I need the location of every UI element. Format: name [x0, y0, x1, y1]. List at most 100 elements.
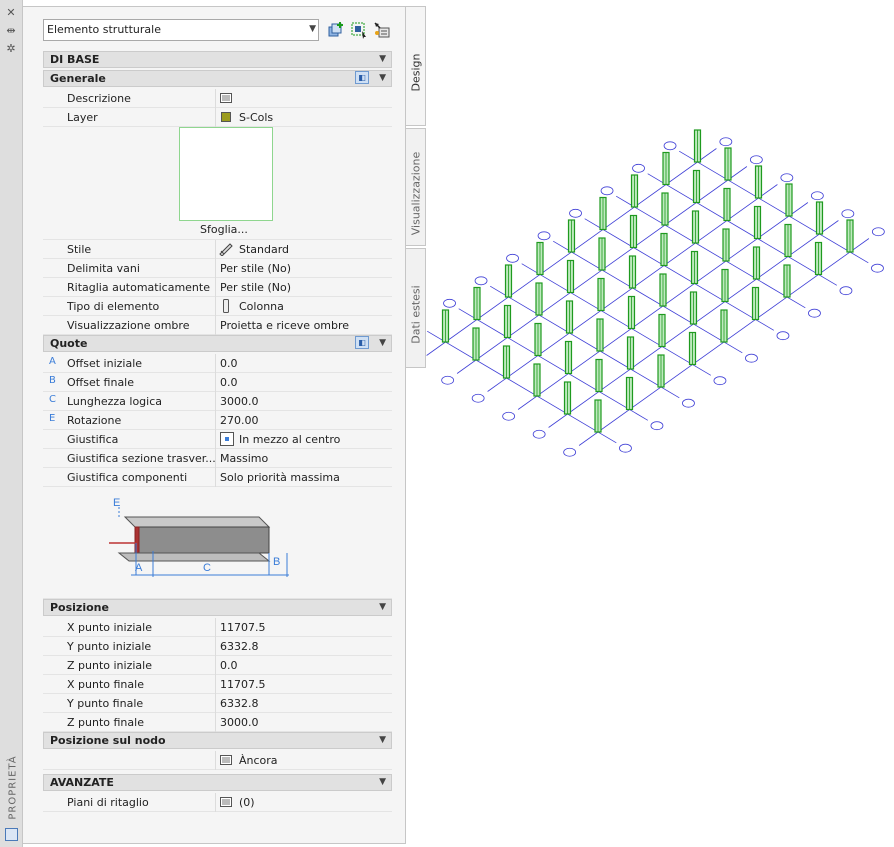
worksheet-icon[interactable]: [220, 93, 232, 103]
autohide-icon[interactable]: ⇹: [4, 24, 18, 38]
collapse-icon[interactable]: ▼: [379, 777, 386, 787]
grid-line: [458, 308, 649, 421]
grid-bubble: [443, 298, 456, 308]
grid-bubble: [871, 227, 885, 237]
row-ombre[interactable]: Visualizzazione ombre Proietta e riceve …: [43, 316, 392, 335]
grid-bubble: [808, 308, 821, 318]
grid-bubble: [719, 137, 733, 147]
row-rotazione[interactable]: E Rotazione 270.00: [43, 411, 392, 430]
tab-dati-estesi[interactable]: Dati estesi: [406, 248, 426, 368]
worksheet-icon[interactable]: [220, 755, 232, 765]
grid-bubble: [749, 155, 763, 165]
svg-text:E: E: [113, 497, 120, 509]
row-giustifica[interactable]: Giustifica In mezzo al centro: [43, 430, 392, 449]
grid-bubble: [682, 398, 695, 408]
grid-bubble: [569, 208, 582, 218]
worksheet-icon[interactable]: [220, 797, 232, 807]
section-di-base[interactable]: DI BASE ▼: [43, 51, 392, 68]
grid-bubble: [745, 353, 758, 363]
grid-line: [552, 240, 743, 354]
palette-menu-icon[interactable]: [5, 828, 18, 841]
row-giustifica-componenti[interactable]: Giustifica componenti Solo priorità mass…: [43, 468, 392, 487]
grid-bubble: [780, 173, 794, 183]
section-posizione-nodo[interactable]: Posizione sul nodo ▼: [43, 732, 392, 749]
grid-line: [521, 263, 712, 376]
grid-bubble: [563, 447, 577, 457]
palette-title: PROPRIETÀ: [7, 755, 19, 820]
grid-bubble: [632, 163, 645, 173]
grid-bubble: [600, 186, 614, 196]
section-quote[interactable]: Quote ◧ ▼: [43, 335, 392, 352]
style-icon: [219, 243, 233, 256]
row-piani-ritaglio[interactable]: Piani di ritaglio (0): [43, 793, 392, 812]
grid-bubble: [532, 429, 546, 439]
row-ancora[interactable]: Àncora: [43, 751, 392, 770]
row-dimension-diagram: E A C B: [43, 487, 392, 599]
quick-select-icon[interactable]: [350, 21, 368, 39]
row-tipo-elemento[interactable]: Tipo di elemento Colonna: [43, 297, 392, 316]
tab-design[interactable]: Design: [406, 6, 426, 126]
collapse-icon[interactable]: ▼: [379, 338, 386, 348]
row-offset-finale[interactable]: B Offset finale 0.0: [43, 373, 392, 392]
pick-object-icon[interactable]: [373, 21, 391, 39]
row-y-iniziale[interactable]: Y punto iniziale 6332.8: [43, 637, 392, 656]
row-x-finale[interactable]: X punto finale 11707.5: [43, 675, 392, 694]
select-icon[interactable]: ◧: [355, 71, 369, 84]
add-selection-icon[interactable]: [327, 21, 345, 39]
grid-bubble: [619, 443, 632, 453]
section-generale[interactable]: Generale ◧ ▼: [43, 70, 392, 87]
justify-icon: [220, 432, 234, 446]
svg-text:B: B: [273, 556, 280, 568]
grid-bubble: [776, 331, 790, 341]
row-image-preview: Sfoglia...: [43, 127, 392, 240]
grid-bubble: [474, 276, 488, 286]
column-grid: [426, 137, 885, 457]
row-offset-iniziale[interactable]: A Offset iniziale 0.0: [43, 354, 392, 373]
row-z-iniziale[interactable]: Z punto iniziale 0.0: [43, 656, 392, 675]
grid-bubble: [713, 376, 727, 386]
grid-bubble: [841, 209, 855, 219]
drawing-viewport[interactable]: [426, 0, 894, 847]
object-type-select[interactable]: Elemento strutturale ▼: [43, 19, 319, 41]
tab-visualizzazione[interactable]: Visualizzazione: [406, 128, 426, 246]
grid-line: [615, 195, 806, 309]
collapse-icon[interactable]: ▼: [379, 54, 386, 64]
grid-bubble: [471, 393, 485, 403]
palette-side-strip: ✕ ⇹ ✲ PROPRIETÀ: [0, 0, 23, 847]
object-type-value: Elemento strutturale: [47, 23, 161, 36]
section-posizione[interactable]: Posizione ▼: [43, 599, 392, 616]
collapse-icon[interactable]: ▼: [379, 735, 386, 745]
svg-text:A: A: [135, 562, 143, 574]
section-avanzate[interactable]: AVANZATE ▼: [43, 774, 392, 791]
image-preview-box[interactable]: [179, 127, 273, 221]
close-icon[interactable]: ✕: [4, 6, 18, 20]
row-x-iniziale[interactable]: X punto iniziale 11707.5: [43, 618, 392, 637]
row-descrizione[interactable]: Descrizione: [43, 89, 392, 108]
row-giustifica-sezione[interactable]: Giustifica sezione trasver... Massimo: [43, 449, 392, 468]
grid-bubble: [441, 375, 455, 385]
grid-bubble: [537, 231, 551, 241]
grid-line: [647, 173, 838, 286]
select-icon[interactable]: ◧: [355, 336, 369, 349]
row-ritaglia[interactable]: Ritaglia automaticamente Per stile (No): [43, 278, 392, 297]
svg-text:C: C: [203, 562, 211, 574]
chevron-down-icon: ▼: [309, 24, 316, 34]
grid-bubble: [650, 421, 664, 431]
row-y-finale[interactable]: Y punto finale 6332.8: [43, 694, 392, 713]
member-dimension-diagram: E A C B: [109, 497, 289, 577]
grid-line: [678, 150, 869, 264]
collapse-icon[interactable]: ▼: [379, 602, 386, 612]
row-layer[interactable]: Layer S-Cols: [43, 108, 392, 127]
row-delimita-vani[interactable]: Delimita vani Per stile (No): [43, 259, 392, 278]
grid-line: [584, 218, 775, 331]
gear-icon[interactable]: ✲: [4, 42, 18, 56]
collapse-icon[interactable]: ▼: [379, 73, 386, 83]
row-stile[interactable]: Stile Standard: [43, 240, 392, 259]
column-type-icon: [223, 299, 229, 313]
row-lunghezza-logica[interactable]: C Lunghezza logica 3000.0: [43, 392, 392, 411]
grid-line: [426, 330, 617, 444]
grid-bubble: [871, 263, 884, 273]
grid-bubble: [810, 191, 824, 201]
row-z-finale[interactable]: Z punto finale 3000.0: [43, 713, 392, 732]
browse-link[interactable]: Sfoglia...: [200, 223, 248, 236]
